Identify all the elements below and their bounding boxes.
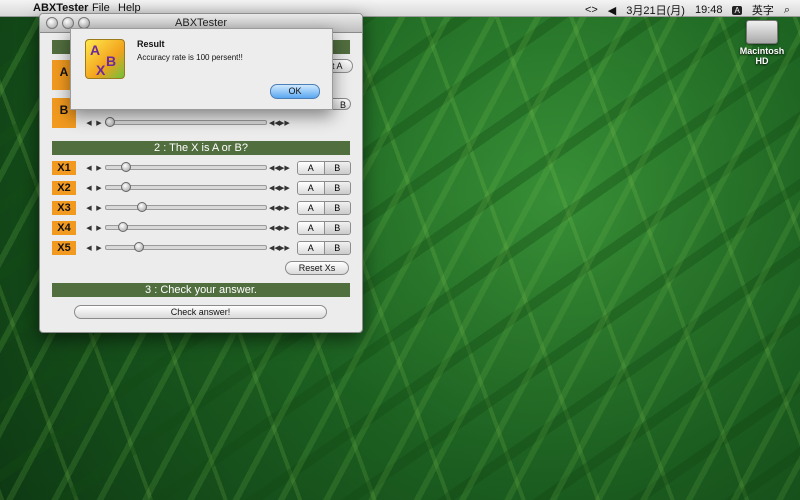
rewind-icon[interactable]: ◀◀ xyxy=(269,164,280,172)
forward-icon[interactable]: ▶▶ xyxy=(279,164,290,172)
script-menu-icon[interactable]: <> xyxy=(585,4,598,16)
sample-b-player: ◀︎ ▶︎ ◀◀ ▶▶ xyxy=(85,117,290,128)
x-sample-player: ◀︎ ▶︎ ◀◀ ▶▶ xyxy=(85,162,290,173)
ab-choice-control: AB xyxy=(297,201,351,215)
rewind-icon[interactable]: ◀◀ xyxy=(269,204,280,212)
icon-letter-b: B xyxy=(106,53,117,69)
x-sample-player: ◀︎ ▶︎ ◀◀ ▶▶ xyxy=(85,202,290,213)
volume-icon[interactable]: ◀︎ xyxy=(85,119,93,127)
icon-letter-x: X xyxy=(96,62,106,78)
input-method-label[interactable]: 英字 xyxy=(752,2,774,18)
play-icon[interactable]: ▶︎ xyxy=(95,184,103,192)
check-answer-button[interactable]: Check answer! xyxy=(74,305,327,319)
choose-b-button[interactable]: B xyxy=(323,162,350,174)
slider-knob[interactable] xyxy=(118,222,128,232)
choose-a-button[interactable]: A xyxy=(298,162,324,174)
ab-choice-control: AB xyxy=(297,221,351,235)
section3-header: 3 : Check your answer. xyxy=(52,283,350,297)
volume-icon[interactable]: ◀︎ xyxy=(85,224,93,232)
rewind-icon[interactable]: ◀◀ xyxy=(269,119,280,127)
forward-icon[interactable]: ▶▶ xyxy=(279,204,290,212)
seek-slider[interactable] xyxy=(105,242,267,252)
choose-a-button[interactable]: A xyxy=(298,222,324,234)
ab-choice-control: AB xyxy=(297,161,351,175)
ok-button[interactable]: OK xyxy=(270,84,320,99)
choose-b-button[interactable]: B xyxy=(323,202,350,214)
menubar-status-area: <> ◀︎ 3月21日(月) 19:48 A 英字 ⌕ xyxy=(585,2,790,18)
hard-disk-icon xyxy=(746,20,778,44)
play-icon[interactable]: ▶︎ xyxy=(95,119,103,127)
volume-icon[interactable]: ◀︎ xyxy=(608,4,616,17)
dialog-title: Result xyxy=(137,39,165,49)
volume-icon[interactable]: ◀︎ xyxy=(85,244,93,252)
slider-knob[interactable] xyxy=(137,202,148,212)
volume-icon[interactable]: ◀︎ xyxy=(85,184,93,192)
forward-icon[interactable]: ▶▶ xyxy=(279,184,290,192)
reset-xs-button[interactable]: Reset Xs xyxy=(285,261,349,275)
choose-a-button[interactable]: A xyxy=(298,202,324,214)
volume-icon[interactable]: ◀︎ xyxy=(85,164,93,172)
macintosh-hd-icon[interactable]: Macintosh HD xyxy=(734,20,790,66)
play-icon[interactable]: ▶︎ xyxy=(95,244,103,252)
x-sample-tag: X1 xyxy=(52,161,76,175)
section2-header: 2 : The X is A or B? xyxy=(52,141,350,155)
seek-slider[interactable] xyxy=(105,202,267,212)
slider-knob[interactable] xyxy=(121,182,132,192)
choose-a-button[interactable]: A xyxy=(298,182,324,194)
close-button-icon[interactable] xyxy=(46,17,58,29)
forward-icon[interactable]: ▶▶ xyxy=(279,244,290,252)
seek-slider[interactable] xyxy=(105,222,267,232)
input-method-icon[interactable]: A xyxy=(732,5,742,15)
x-sample-player: ◀︎ ▶︎ ◀◀ ▶▶ xyxy=(85,222,290,233)
volume-icon[interactable]: ◀︎ xyxy=(85,204,93,212)
icon-letter-a: A xyxy=(90,42,101,58)
rewind-icon[interactable]: ◀◀ xyxy=(269,244,280,252)
abx-app-icon: A B X xyxy=(85,39,125,79)
dialog-message: Accuracy rate is 100 persent!! xyxy=(137,53,243,62)
slider-knob[interactable] xyxy=(105,117,116,127)
forward-icon[interactable]: ▶▶ xyxy=(279,224,290,232)
forward-icon[interactable]: ▶▶ xyxy=(279,119,290,127)
x-sample-player: ◀︎ ▶︎ ◀◀ ▶▶ xyxy=(85,182,290,193)
time-label[interactable]: 19:48 xyxy=(695,4,723,16)
spotlight-search-icon[interactable]: ⌕ xyxy=(784,4,790,17)
slider-knob[interactable] xyxy=(121,162,132,172)
result-dialog: A B X Result Accuracy rate is 100 persen… xyxy=(70,28,333,110)
x-sample-tag: X2 xyxy=(52,181,76,195)
play-icon[interactable]: ▶︎ xyxy=(95,204,103,212)
date-label[interactable]: 3月21日(月) xyxy=(626,2,685,18)
choose-b-button[interactable]: B xyxy=(323,182,350,194)
rewind-icon[interactable]: ◀◀ xyxy=(269,184,280,192)
x-sample-tag: X3 xyxy=(52,201,76,215)
choose-b-button[interactable]: B xyxy=(323,222,350,234)
play-icon[interactable]: ▶︎ xyxy=(95,224,103,232)
ab-choice-control: AB xyxy=(297,181,351,195)
disk-label: Macintosh HD xyxy=(739,46,785,66)
seek-slider[interactable] xyxy=(105,162,267,172)
rewind-icon[interactable]: ◀◀ xyxy=(269,224,280,232)
choose-b-button[interactable]: B xyxy=(323,242,350,254)
x-sample-player: ◀︎ ▶︎ ◀◀ ▶▶ xyxy=(85,242,290,253)
choose-a-button[interactable]: A xyxy=(298,242,324,254)
play-icon[interactable]: ▶︎ xyxy=(95,164,103,172)
x-sample-tag: X4 xyxy=(52,221,76,235)
seek-slider[interactable] xyxy=(105,117,267,127)
ab-choice-control: AB xyxy=(297,241,351,255)
slider-knob[interactable] xyxy=(134,242,144,252)
x-sample-tag: X5 xyxy=(52,241,76,255)
seek-slider[interactable] xyxy=(105,182,267,192)
